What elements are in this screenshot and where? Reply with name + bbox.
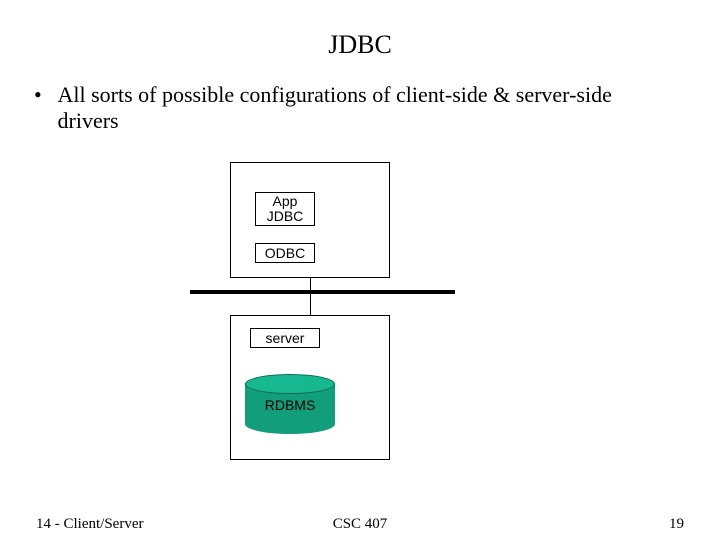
cylinder-top	[245, 374, 335, 394]
rdbms-cylinder: RDBMS	[245, 374, 335, 432]
slide-title: JDBC	[0, 30, 720, 60]
app-jdbc-box: App JDBC	[255, 192, 315, 226]
footer-right: 19	[669, 516, 684, 533]
slide: JDBC • All sorts of possible configurati…	[0, 0, 720, 540]
jdbc-label: JDBC	[256, 209, 314, 224]
rdbms-label: RDBMS	[245, 397, 335, 413]
network-separator	[190, 290, 455, 294]
odbc-box: ODBC	[255, 243, 315, 263]
bullet-text: All sorts of possible configurations of …	[58, 82, 668, 134]
app-label: App	[256, 194, 314, 209]
footer-center: CSC 407	[0, 516, 720, 533]
server-box: server	[250, 328, 320, 348]
bullet-item: • All sorts of possible configurations o…	[34, 82, 674, 134]
bullet-dot: •	[34, 82, 52, 108]
diagram-area: App JDBC ODBC server RDBMS	[190, 150, 530, 470]
